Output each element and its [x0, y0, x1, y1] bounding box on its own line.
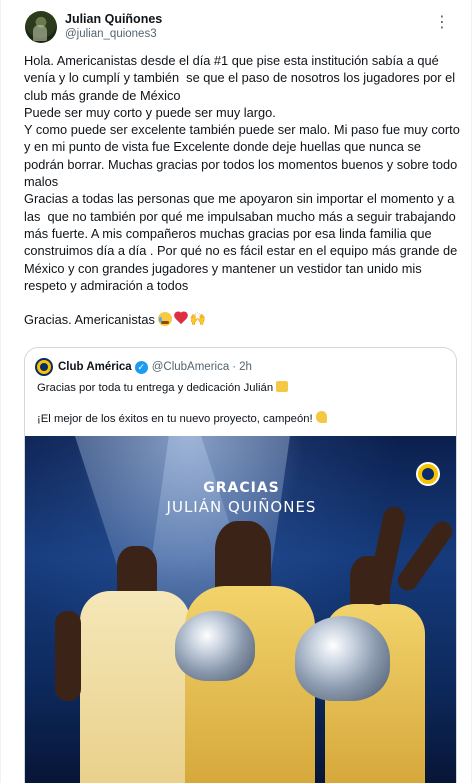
- tweet-paragraph-3: Y como puede ser excelente también puede…: [24, 122, 464, 190]
- farewell-graphic-image[interactable]: GRACIAS JULIÁN QUIÑONES: [25, 436, 456, 783]
- player-left-arm: [55, 611, 81, 701]
- tweet-body: Hola. Americanistas desde el día #1 que …: [24, 52, 460, 328]
- tweet-paragraph-1: Hola. Americanistas desde el día #1 que …: [24, 53, 459, 103]
- quoted-line-2: ¡El mejor de los éxitos en tu nuevo proy…: [37, 411, 447, 427]
- flexed-biceps-emoji-icon: [315, 411, 327, 423]
- verified-badge-icon: ✓: [134, 360, 148, 374]
- quoted-timestamp[interactable]: 2h: [239, 361, 252, 373]
- quoted-line-1-text: Gracias por toda tu entrega y dedicación…: [37, 382, 274, 394]
- envelope-emoji-icon: [276, 381, 289, 392]
- quoted-line-2-text: ¡El mejor de los éxitos en tu nuevo proy…: [37, 413, 313, 425]
- tweet-paragraph-2: Puede ser muy corto y puede ser muy larg…: [24, 104, 276, 120]
- tweet-paragraph-4: Gracias a todas las personas que me apoy…: [24, 191, 461, 293]
- author-handle[interactable]: @julian_quiones3: [65, 27, 162, 42]
- trophy-left: [175, 611, 255, 681]
- author-display-name[interactable]: Julian Quiñones: [65, 12, 162, 27]
- player-right-arm-2: [393, 517, 456, 595]
- club-america-avatar[interactable]: [35, 358, 53, 376]
- more-icon[interactable]: ⋮: [434, 12, 451, 32]
- closing-emojis: 🙌: [157, 311, 207, 327]
- quoted-author-handle[interactable]: @ClubAmerica: [152, 361, 230, 373]
- red-heart-emoji-icon: [174, 312, 188, 325]
- trophy-right: [295, 616, 390, 701]
- quoted-line-1: Gracias por toda tu entrega y dedicación…: [37, 381, 447, 396]
- graphic-title: GRACIAS: [203, 480, 280, 496]
- tweet-closing: Gracias. Americanistas: [24, 312, 155, 328]
- player-center-head: [215, 521, 271, 593]
- author-avatar[interactable]: [25, 11, 57, 43]
- quoted-tweet-text: Gracias por toda tu entrega y dedicación…: [37, 381, 447, 427]
- quoted-separator: ·: [232, 361, 237, 373]
- quoted-author-display-name[interactable]: Club América: [58, 361, 132, 373]
- player-left-head: [117, 546, 157, 594]
- raising-hands-emoji-icon: 🙌: [189, 311, 207, 327]
- tweet-header: Julian Quiñones @julian_quiones3 ⋮: [25, 10, 457, 44]
- tweet: Julian Quiñones @julian_quiones3 ⋮ Hola.…: [0, 0, 472, 783]
- tweet-closing-line: Gracias. Americanistas 🙌: [24, 311, 460, 328]
- author-names: Julian Quiñones @julian_quiones3: [65, 12, 162, 42]
- player-left-jersey: [80, 591, 190, 783]
- quoted-tweet-header: Club América ✓ @ClubAmerica · 2h: [35, 358, 252, 376]
- quoted-tweet[interactable]: Club América ✓ @ClubAmerica · 2h Gracias…: [24, 347, 457, 783]
- crying-face-emoji-icon: [157, 312, 172, 327]
